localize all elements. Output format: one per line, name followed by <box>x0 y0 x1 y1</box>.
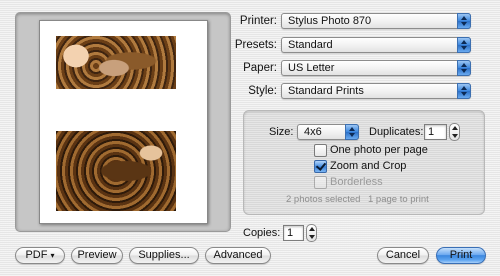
paper-popup[interactable]: US Letter <box>281 60 471 76</box>
photos-selected-text: 2 photos selected <box>286 194 361 205</box>
style-value: Standard Prints <box>288 85 364 97</box>
style-popup[interactable]: Standard Prints <box>281 83 471 99</box>
pdf-button[interactable]: PDF ▾ <box>15 247 65 264</box>
printer-label: Printer: <box>239 15 277 27</box>
zoom-crop-label: Zoom and Crop <box>330 160 407 172</box>
printer-value: Stylus Photo 870 <box>288 15 372 27</box>
popup-arrows-icon <box>457 13 471 29</box>
popup-arrows-icon <box>345 124 359 140</box>
supplies-button[interactable]: Supplies... <box>129 247 199 264</box>
borderless-checkbox[interactable] <box>314 176 327 189</box>
popup-arrows-icon <box>457 83 471 99</box>
preview-photo-2 <box>56 131 176 211</box>
copies-label: Copies: <box>243 227 281 239</box>
one-photo-checkbox[interactable] <box>314 144 327 157</box>
style-label: Style: <box>248 85 277 97</box>
copies-value: 1 <box>287 227 294 239</box>
size-popup[interactable]: 4x6 <box>297 124 359 140</box>
duplicates-field[interactable]: 1 <box>424 124 447 140</box>
size-label: Size: <box>269 126 294 138</box>
copies-stepper[interactable] <box>306 224 317 242</box>
preview-photo-1 <box>56 36 176 89</box>
preview-button[interactable]: Preview <box>71 247 123 264</box>
borderless-label: Borderless <box>330 176 383 188</box>
print-preview-well <box>15 12 231 232</box>
advanced-button[interactable]: Advanced <box>205 247 271 264</box>
presets-label: Presets: <box>234 39 277 51</box>
duplicates-value: 1 <box>428 126 435 138</box>
preview-paper <box>39 20 208 224</box>
paper-value: US Letter <box>288 62 335 74</box>
chevron-down-icon: ▾ <box>50 251 55 260</box>
popup-arrows-icon <box>457 60 471 76</box>
pages-to-print-text: 1 page to print <box>368 194 429 205</box>
zoom-crop-checkbox[interactable] <box>314 160 327 173</box>
cancel-button[interactable]: Cancel <box>377 247 429 264</box>
popup-arrows-icon <box>457 37 471 53</box>
pdf-button-label: PDF <box>25 249 48 261</box>
copies-field[interactable]: 1 <box>283 225 304 241</box>
print-button[interactable]: Print <box>436 247 486 264</box>
paper-label: Paper: <box>243 62 277 74</box>
one-photo-label: One photo per page <box>330 144 428 156</box>
printer-popup[interactable]: Stylus Photo 870 <box>281 13 471 29</box>
size-value: 4x6 <box>304 126 322 138</box>
duplicates-stepper[interactable] <box>449 123 460 141</box>
duplicates-label: Duplicates: <box>369 126 424 138</box>
presets-value: Standard <box>288 39 333 51</box>
presets-popup[interactable]: Standard <box>281 37 471 53</box>
